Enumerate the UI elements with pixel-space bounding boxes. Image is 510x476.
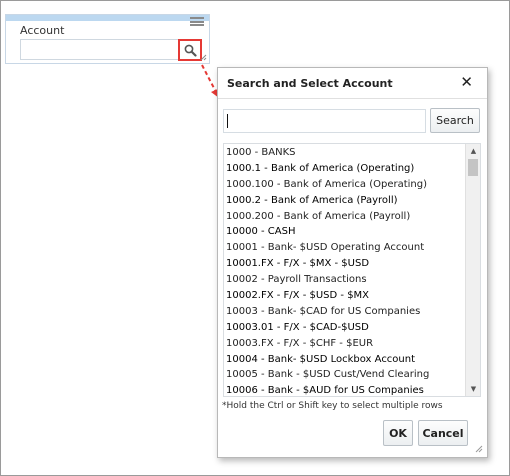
list-item[interactable]: 10003.01 - F/X - $CAD-$USD xyxy=(224,320,467,336)
list-item[interactable]: 1000.1 - Bank of America (Operating) xyxy=(224,161,467,177)
account-listbox[interactable]: 1000 - BANKS 1000.1 - Bank of America (Op… xyxy=(223,143,481,397)
search-select-dialog: Search and Select Account ✕ Search 1000 … xyxy=(217,67,488,458)
list-item[interactable]: 10005 - Bank - $USD Cust/Vend Clearing xyxy=(224,367,467,383)
resize-grip-icon[interactable] xyxy=(200,54,207,61)
dialog-title: Search and Select Account xyxy=(227,77,393,90)
list-item[interactable]: 1000.200 - Bank of America (Payroll) xyxy=(224,209,467,225)
multi-select-hint: *Hold the Ctrl or Shift key to select mu… xyxy=(222,401,443,411)
scroll-up-arrow-icon[interactable]: ▲ xyxy=(466,144,480,158)
dialog-search-button[interactable]: Search xyxy=(430,108,480,133)
list-item[interactable]: 10003.FX - F/X - $CHF - $EUR xyxy=(224,336,467,352)
panel-header-bar xyxy=(6,15,209,21)
list-item[interactable]: 10002.FX - F/X - $USD - $MX xyxy=(224,288,467,304)
account-field-panel: Account xyxy=(5,14,210,64)
list-item[interactable]: 10004 - Bank- $USD Lockbox Account xyxy=(224,352,467,368)
ok-button[interactable]: OK xyxy=(383,420,413,446)
list-scrollbar[interactable]: ▲ ▼ xyxy=(465,144,480,396)
hamburger-menu-icon[interactable] xyxy=(190,17,204,26)
dialog-header: Search and Select Account ✕ xyxy=(218,68,487,99)
cancel-button[interactable]: Cancel xyxy=(418,420,468,446)
close-icon[interactable]: ✕ xyxy=(460,74,473,90)
list-item[interactable]: 10003 - Bank- $CAD for US Companies xyxy=(224,304,467,320)
list-item[interactable]: 10000 - CASH xyxy=(224,224,467,240)
list-item[interactable]: 10006 - Bank - $AUD for US Companies xyxy=(224,383,467,396)
list-item[interactable]: 1000.2 - Bank of America (Payroll) xyxy=(224,193,467,209)
scrollbar-thumb[interactable] xyxy=(468,159,478,176)
dialog-resize-grip-icon[interactable] xyxy=(475,445,483,453)
list-item[interactable]: 10002 - Payroll Transactions xyxy=(224,272,467,288)
account-input[interactable] xyxy=(20,39,200,60)
account-list: 1000 - BANKS 1000.1 - Bank of America (Op… xyxy=(224,144,467,396)
dialog-search-input[interactable] xyxy=(223,109,426,133)
magnifier-icon xyxy=(184,44,197,57)
scroll-down-arrow-icon[interactable]: ▼ xyxy=(466,382,480,396)
list-item[interactable]: 1000 - BANKS xyxy=(224,145,467,161)
account-label: Account xyxy=(20,24,65,37)
text-cursor xyxy=(227,114,228,128)
account-search-button[interactable] xyxy=(178,39,202,61)
list-item[interactable]: 1000.100 - Bank of America (Operating) xyxy=(224,177,467,193)
list-item[interactable]: 10001 - Bank- $USD Operating Account xyxy=(224,240,467,256)
list-item[interactable]: 10001.FX - F/X - $MX - $USD xyxy=(224,256,467,272)
